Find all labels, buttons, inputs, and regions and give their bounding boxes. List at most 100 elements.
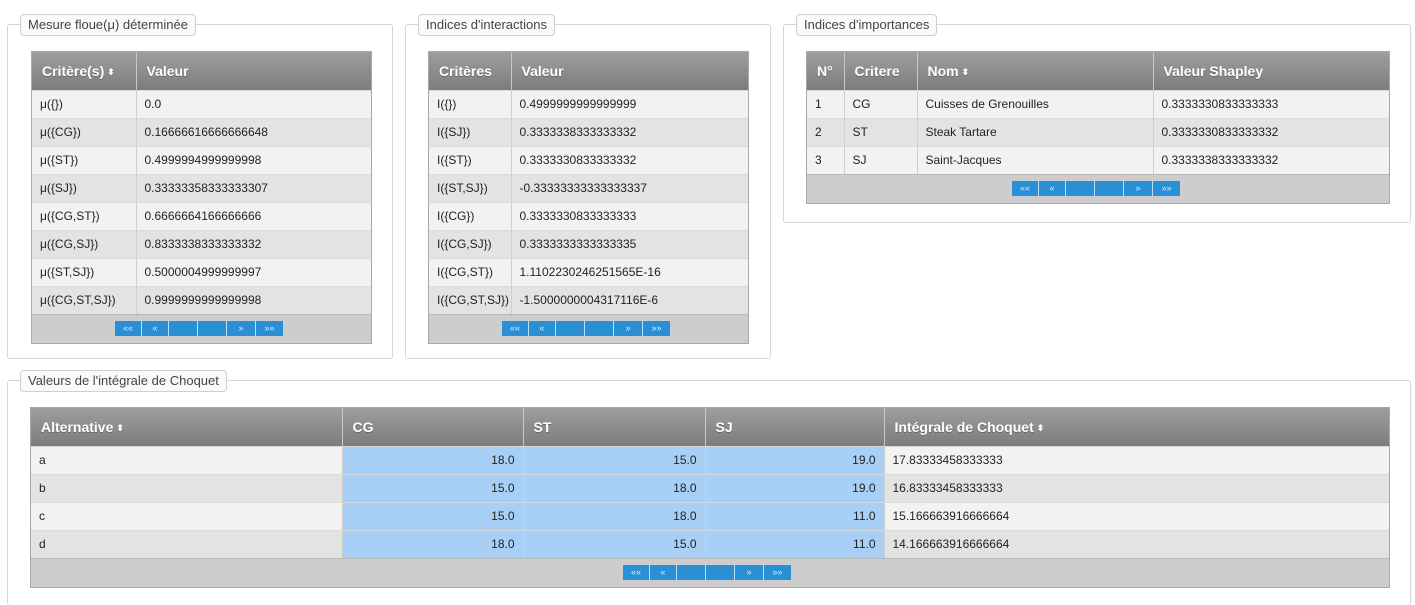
table-cell: 0.4999994999999998 [136,145,371,174]
table-cell: 1.1102230246251565E-16 [511,257,748,286]
table-cell: 14.166663916666664 [884,529,1389,558]
sort-icon[interactable]: ⬍ [116,423,124,433]
table-cell: 3 [807,145,845,174]
table-cell: 0.3333338333333332 [1153,145,1389,174]
table-row[interactable]: I({SJ}) 0.3333338333333332 [429,117,748,146]
page-button[interactable] [556,321,585,336]
table-cell: 18.0 [342,445,524,474]
table-row[interactable]: d 18.0 15.0 11.0 14.166663916666664 [31,529,1389,558]
table-row[interactable]: I({CG,SJ}) 0.3333333333333335 [429,229,748,258]
table-row[interactable]: 2 ST Steak Tartare 0.3333330833333332 [807,117,1389,146]
table-row[interactable]: μ({SJ}) 0.33333358333333307 [32,173,371,202]
column-header-criteres[interactable]: Critère(s) ⬍ [32,52,137,90]
interactions-legend: Indices d'interactions [418,14,555,36]
table-cell: SJ [844,145,918,174]
table-cell: b [31,473,343,502]
first-page-button[interactable]: «« [502,321,529,336]
last-page-button[interactable]: »» [643,321,670,336]
table-cell: 0.33333358333333307 [136,173,371,202]
table-row[interactable]: 1 CG Cuisses de Grenouilles 0.3333330833333… [807,89,1389,118]
table-cell: μ({CG}) [32,117,137,146]
column-header-valeur: Valeur [511,52,748,90]
first-page-button[interactable]: «« [1012,181,1039,196]
table-cell: 1 [807,89,845,118]
prev-page-button[interactable]: « [142,321,169,336]
page-button[interactable] [198,321,227,336]
first-page-button[interactable]: «« [115,321,142,336]
table-row[interactable]: I({CG,ST,SJ}) -1.5000000004317116E-6 [429,285,748,314]
prev-page-button[interactable]: « [529,321,556,336]
table-row[interactable]: μ({CG}) 0.16666616666666648 [32,117,371,146]
table-cell: μ({CG,SJ}) [32,229,137,258]
table-row[interactable]: μ({CG,ST,SJ}) 0.9999999999999998 [32,285,371,314]
column-header-alternative[interactable]: Alternative ⬍ [31,408,343,446]
table-cell: μ({CG,ST,SJ}) [32,285,137,314]
page-button[interactable] [169,321,198,336]
last-page-button[interactable]: »» [1153,181,1180,196]
interactions-pager: «« « » »» [429,314,748,343]
column-header-nom[interactable]: Nom ⬍ [917,52,1154,90]
column-header-valeur: Valeur [136,52,371,90]
table-cell: 17.83333458333333 [884,445,1389,474]
page-button[interactable] [1066,181,1095,196]
last-page-button[interactable]: »» [256,321,283,336]
next-page-button[interactable]: » [735,565,764,580]
table-row[interactable]: I({CG,ST}) 1.1102230246251565E-16 [429,257,748,286]
table-cell: I({ST,SJ}) [429,173,512,202]
prev-page-button[interactable]: « [650,565,677,580]
table-cell: 0.16666616666666648 [136,117,371,146]
table-row[interactable]: 3 SJ Saint-Jacques 0.3333338333333332 [807,145,1389,174]
last-page-button[interactable]: »» [764,565,791,580]
choquet-panel: Valeurs de l'intégrale de Choquet Altern… [7,370,1411,605]
interactions-panel: Indices d'interactions Critères Valeur I… [405,14,771,359]
first-page-button[interactable]: «« [623,565,650,580]
page-button[interactable] [677,565,706,580]
mesure-legend: Mesure floue(μ) déterminée [20,14,196,36]
page-button[interactable] [1095,181,1124,196]
mesure-table: Critère(s) ⬍ Valeur μ({}) 0.0 μ({CG}) 0.1666… [31,51,372,344]
table-cell: 0.3333330833333333 [511,201,748,230]
table-row[interactable]: I({ST}) 0.3333330833333332 [429,145,748,174]
table-cell: Cuisses de Grenouilles [917,89,1154,118]
page-button[interactable] [706,565,735,580]
table-row[interactable]: I({CG}) 0.3333330833333333 [429,201,748,230]
table-row[interactable]: I({ST,SJ}) -0.33333333333333337 [429,173,748,202]
next-page-button[interactable]: » [614,321,643,336]
table-cell: μ({ST}) [32,145,137,174]
column-header-numero: N° [807,52,845,90]
table-cell: CG [844,89,918,118]
table-cell: 16.83333458333333 [884,473,1389,502]
importances-pager: «« « » »» [807,174,1389,203]
table-cell: 0.3333330833333332 [511,145,748,174]
table-row[interactable]: μ({ST}) 0.4999994999999998 [32,145,371,174]
table-cell: 18.0 [523,473,706,502]
sort-icon[interactable]: ⬍ [1037,423,1045,433]
table-row[interactable]: μ({}) 0.0 [32,89,371,118]
column-header-critere: Critere [844,52,918,90]
importances-table: N° Critere Nom ⬍ Valeur Shapley 1 CG Cuisse… [806,51,1390,204]
choquet-pager: «« « » »» [31,558,1389,587]
table-row[interactable]: μ({CG,ST}) 0.6666664166666666 [32,201,371,230]
table-cell: 0.5000004999999997 [136,257,371,286]
sort-icon[interactable]: ⬍ [962,67,970,77]
table-row[interactable]: μ({CG,SJ}) 0.8333338333333332 [32,229,371,258]
table-row[interactable]: a 18.0 15.0 19.0 17.83333458333333 [31,445,1389,474]
prev-page-button[interactable]: « [1039,181,1066,196]
sort-icon[interactable]: ⬍ [107,67,115,77]
next-page-button[interactable]: » [1124,181,1153,196]
table-cell: Steak Tartare [917,117,1154,146]
table-row[interactable]: I({}) 0.4999999999999999 [429,89,748,118]
table-cell: 15.0 [523,445,706,474]
table-cell: -1.5000000004317116E-6 [511,285,748,314]
page-button[interactable] [585,321,614,336]
table-row[interactable]: μ({ST,SJ}) 0.5000004999999997 [32,257,371,286]
table-cell: μ({}) [32,89,137,118]
table-row[interactable]: b 15.0 18.0 19.0 16.83333458333333 [31,473,1389,502]
column-header-integrale[interactable]: Intégrale de Choquet ⬍ [884,408,1389,446]
next-page-button[interactable]: » [227,321,256,336]
mesure-pager: «« « » »» [32,314,371,343]
table-cell: d [31,529,343,558]
table-cell: 19.0 [705,445,885,474]
table-row[interactable]: c 15.0 18.0 11.0 15.166663916666664 [31,501,1389,530]
table-cell: 0.3333333333333335 [511,229,748,258]
